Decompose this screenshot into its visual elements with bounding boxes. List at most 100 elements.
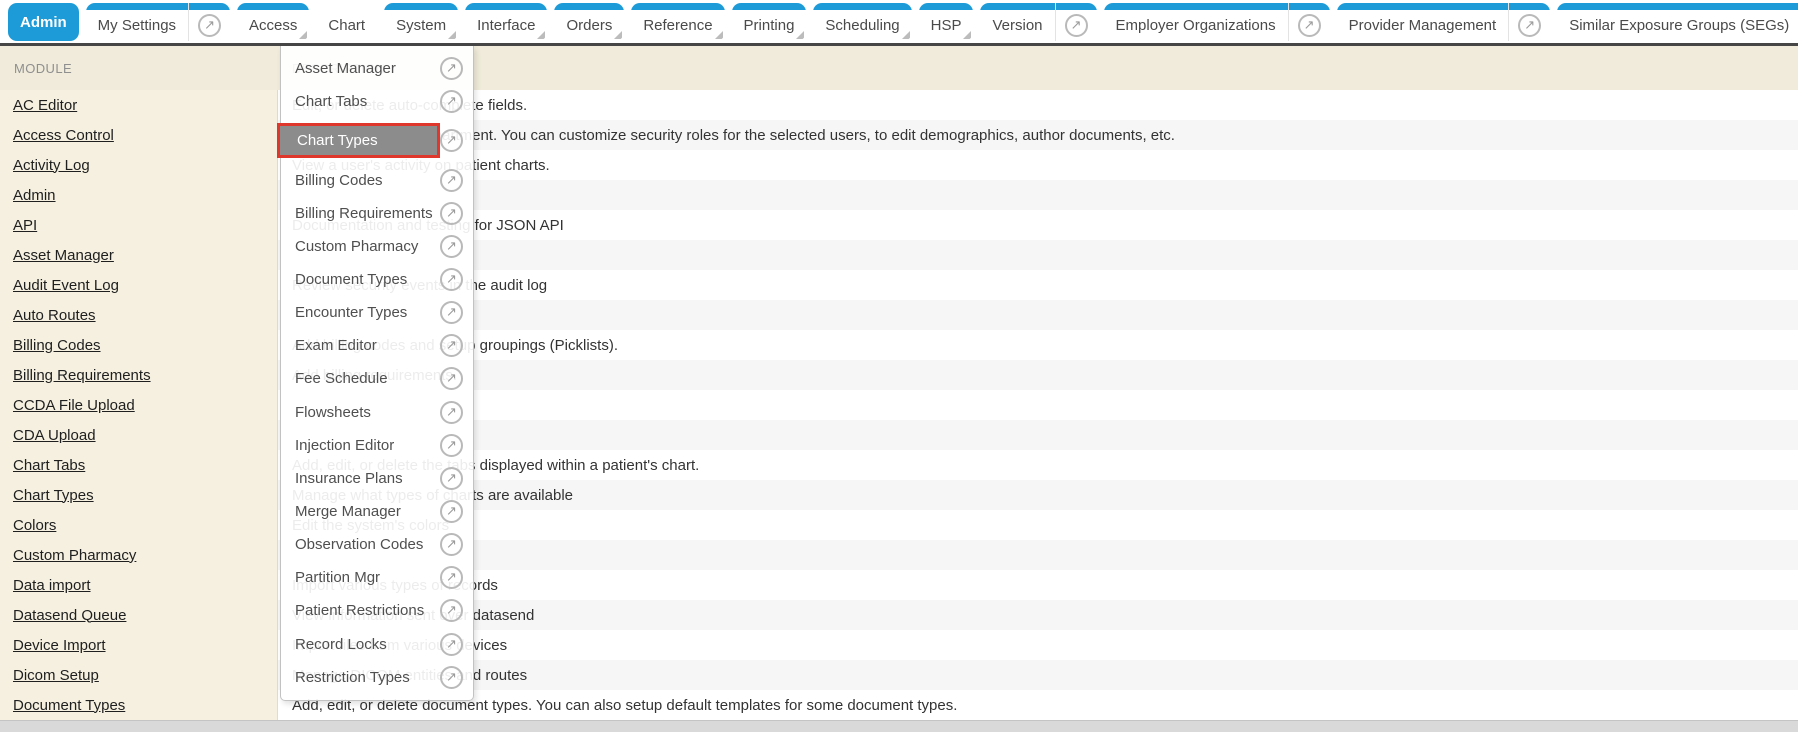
module-link-ac-editor[interactable]: AC Editor [13,97,77,114]
menu-item-custom-pharmacy[interactable]: Custom Pharmacy ↗ [281,235,473,258]
description-cell: Edit, or delete auto-complete fields. [278,90,1798,120]
module-link-activity-log[interactable]: Activity Log [13,157,90,174]
menu-item-flowsheets[interactable]: Flowsheets ↗ [281,401,473,424]
open-new-window-icon[interactable]: ↗ [440,90,463,113]
description-cell: Review security events in the audit log [278,270,1798,300]
module-link-custom-pharmacy[interactable]: Custom Pharmacy [13,547,136,564]
module-link-dicom-setup[interactable]: Dicom Setup [13,667,99,684]
module-link-access-control[interactable]: Access Control [13,127,114,144]
nav-tab-similar-exposure-groups-segs[interactable]: Similar Exposure Groups (SEGs)↗ [1557,3,1798,41]
nav-tab-system[interactable]: System [384,3,458,41]
menu-item-partition-mgr[interactable]: Partition Mgr↗ [281,566,473,589]
open-new-window-icon[interactable]: ↗ [440,666,463,689]
nav-tab-provider-management[interactable]: Provider Management↗ [1337,3,1551,41]
table-row: Document Types Add, edit, or delete docum… [0,690,1798,720]
open-new-window-icon[interactable]: ↗ [440,566,463,589]
submenu-fold-icon [796,31,804,39]
open-new-window-icon[interactable]: ↗ [440,434,463,457]
submenu-fold-icon [448,31,456,39]
menu-item-label: Observation Codes [295,536,423,553]
module-cell: Document Types [0,690,278,720]
module-table: AC Editor Edit, or delete auto-complete f… [0,90,1798,720]
menu-item-injection-editor[interactable]: Injection Editor↗ [281,434,473,457]
nav-tab-access[interactable]: Access [237,3,309,41]
open-new-window-icon[interactable]: ↗ [1065,14,1088,37]
open-new-window-icon[interactable]: ↗ [440,235,463,258]
menu-item-exam-editor[interactable]: Exam Editor↗ [281,334,473,357]
nav-tab-reference[interactable]: Reference [631,3,724,41]
menu-item-asset-manager[interactable]: Asset Manager ↗ [281,57,473,80]
menu-item-record-locks[interactable]: Record Locks↗ [281,633,473,656]
module-link-datasend-queue[interactable]: Datasend Queue [13,607,126,624]
module-link-cda-upload[interactable]: CDA Upload [13,427,96,444]
nav-tab-orders[interactable]: Orders [554,3,624,41]
open-new-window-icon[interactable]: ↗ [440,301,463,324]
nav-tab-employer-organizations[interactable]: Employer Organizations↗ [1104,3,1330,41]
module-link-chart-types[interactable]: Chart Types [13,487,94,504]
open-new-window-icon[interactable]: ↗ [440,334,463,357]
menu-item-insurance-plans[interactable]: Insurance Plans↗ [281,467,473,490]
open-new-window-icon[interactable]: ↗ [1518,14,1541,37]
nav-tab-scheduling[interactable]: Scheduling [813,3,911,41]
module-link-device-import[interactable]: Device Import [13,637,106,654]
menu-item-label: Asset Manager [295,60,396,77]
nav-tab-label: Chart [316,3,377,41]
menu-item-label: Flowsheets [295,404,371,421]
menu-item-billing-requirements[interactable]: Billing Requirements ↗ [281,202,473,225]
nav-tab-version[interactable]: Version↗ [980,3,1096,41]
menu-item-observation-codes[interactable]: Observation Codes ↗ [281,533,473,556]
module-link-data-import[interactable]: Data import [13,577,91,594]
menu-item-billing-codes[interactable]: Billing Codes ↗ [281,169,473,192]
menu-item-patient-restrictions[interactable]: Patient Restrictions↗ [281,599,473,622]
open-new-window-icon[interactable]: ↗ [440,500,463,523]
menu-item-chart-tabs[interactable]: Chart Tabs ↗ [281,90,473,113]
nav-tab-hsp[interactable]: HSP [919,3,974,41]
description-cell: Add, edit, or delete document types. You… [278,690,1798,720]
module-link-asset-manager[interactable]: Asset Manager [13,247,114,264]
nav-tab-chart[interactable]: Chart [316,3,377,41]
module-link-audit-event-log[interactable]: Audit Event Log [13,277,119,294]
module-link-auto-routes[interactable]: Auto Routes [13,307,96,324]
open-new-window-icon[interactable]: ↗ [440,467,463,490]
module-link-chart-tabs[interactable]: Chart Tabs [13,457,85,474]
menu-item-label: Custom Pharmacy [295,238,418,255]
open-new-window-icon[interactable]: ↗ [440,533,463,556]
open-new-window-icon[interactable]: ↗ [440,169,463,192]
module-link-ccda-file-upload[interactable]: CCDA File Upload [13,397,135,414]
module-link-document-types[interactable]: Document Types [13,697,125,714]
open-new-window-icon[interactable]: ↗ [440,367,463,390]
open-new-window-icon[interactable]: ↗ [440,129,463,152]
menu-item-merge-manager[interactable]: Merge Manager↗ [281,500,473,523]
nav-tab-my-settings[interactable]: My Settings↗ [86,3,230,41]
nav-tab-interface[interactable]: Interface [465,3,547,41]
horizontal-scrollbar[interactable] [0,720,1798,732]
module-link-api[interactable]: API [13,217,37,234]
open-new-window-icon[interactable]: ↗ [440,202,463,225]
menu-item-restriction-types[interactable]: Restriction Types↗ [281,666,473,689]
nav-tab-printing[interactable]: Printing [732,3,807,41]
menu-item-chart-types[interactable]: Chart Types↗ [281,123,473,158]
open-new-window-icon[interactable]: ↗ [440,57,463,80]
open-new-window-icon[interactable]: ↗ [440,401,463,424]
description-cell [278,390,1798,420]
open-new-window-icon[interactable]: ↗ [198,14,221,37]
open-new-window-icon[interactable]: ↗ [440,599,463,622]
submenu-fold-icon [715,31,723,39]
menu-item-encounter-types[interactable]: Encounter Types↗ [281,301,473,324]
module-link-billing-codes[interactable]: Billing Codes [13,337,101,354]
open-new-window-icon[interactable]: ↗ [440,633,463,656]
module-link-billing-requirements[interactable]: Billing Requirements [13,367,151,384]
nav-tab-admin[interactable]: Admin [8,3,79,41]
menu-item-label: Billing Codes [295,172,383,189]
module-cell: API [0,210,278,240]
table-row: Chart TabsAdd, edit, or delete the tabs … [0,450,1798,480]
launch-icon-section: ↗ [188,3,230,41]
menu-item-fee-schedule[interactable]: Fee Schedule↗ [281,367,473,390]
open-new-window-icon[interactable]: ↗ [440,268,463,291]
menu-item-document-types[interactable]: Document Types↗ [281,268,473,291]
module-link-admin[interactable]: Admin [13,187,56,204]
open-new-window-icon[interactable]: ↗ [1298,14,1321,37]
menu-item-label: Chart Tabs [295,93,367,110]
menu-item-label: Billing Requirements [295,205,433,222]
module-link-colors[interactable]: Colors [13,517,56,534]
